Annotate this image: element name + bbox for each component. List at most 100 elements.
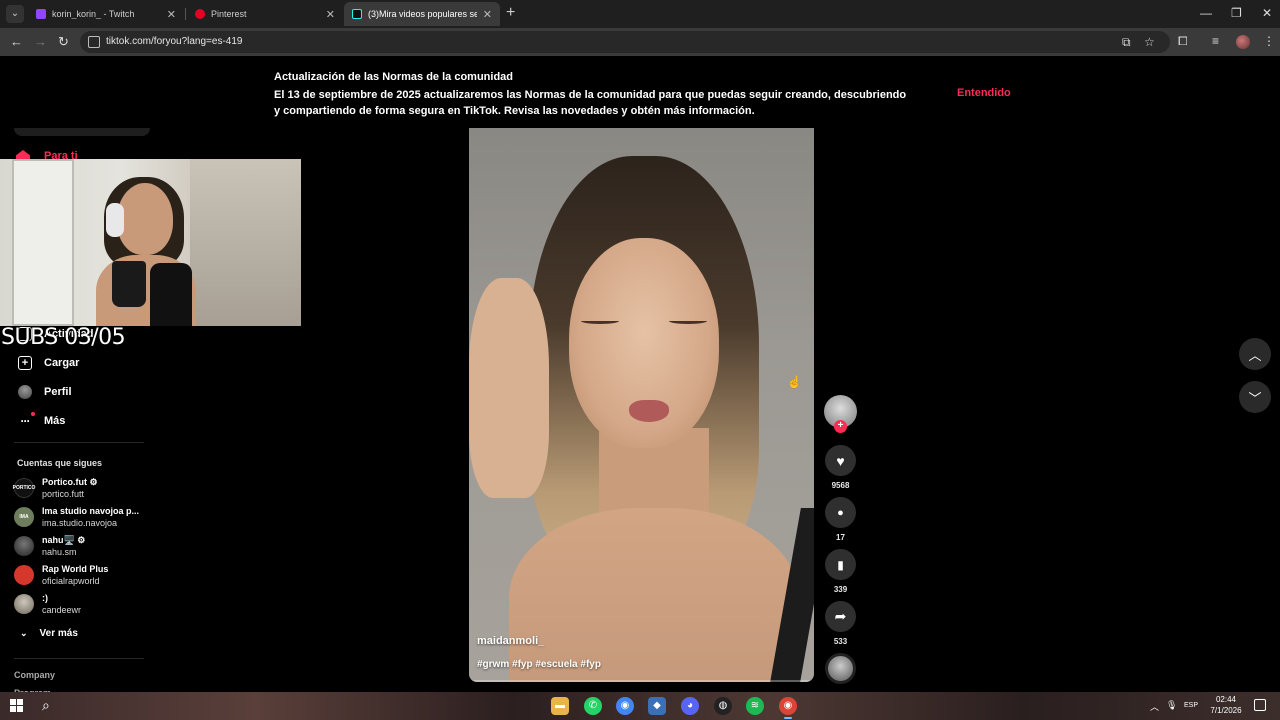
following-item[interactable]: nahu🖥️ ⚙ nahu.sm: [14, 534, 164, 558]
close-window-icon[interactable]: ✕: [1262, 6, 1272, 20]
tab-search-button[interactable]: ⌄: [6, 5, 24, 23]
chrome-active-icon[interactable]: ◉: [779, 697, 797, 719]
upload-plus-icon: +: [18, 356, 32, 370]
share-button[interactable]: ➦: [825, 601, 856, 632]
notification-center-icon[interactable]: [1254, 699, 1266, 711]
tiktok-favicon-icon: [352, 9, 362, 19]
sidebar-item-label: Perfil: [44, 386, 72, 398]
comment-count: 17: [836, 533, 845, 542]
discord-icon[interactable]: ◕: [681, 697, 699, 715]
music-disc-icon[interactable]: [825, 653, 856, 684]
extensions-icon[interactable]: ⧠: [1178, 34, 1188, 49]
tab-title: Pinterest: [211, 9, 247, 19]
microphone-icon[interactable]: 🎙: [1166, 700, 1177, 711]
close-tab-icon[interactable]: ✕: [326, 8, 335, 21]
sidebar-divider: [14, 658, 144, 659]
tab-pinterest[interactable]: Pinterest ✕: [187, 2, 343, 26]
maximize-icon[interactable]: ❐: [1231, 6, 1242, 20]
video-hashtags[interactable]: #grwm #fyp #escuela #fyp: [477, 659, 601, 670]
reload-icon[interactable]: ↻: [58, 34, 69, 50]
webcam-background-shelf: [190, 159, 301, 326]
following-item[interactable]: IMA Ima studio navojoa p... ima.studio.n…: [14, 505, 164, 529]
search-input[interactable]: [14, 128, 150, 136]
follow-plus-icon[interactable]: +: [834, 420, 847, 433]
steam-icon[interactable]: ◍: [714, 697, 732, 715]
webcam-person-face: [117, 183, 173, 255]
chrome-icon[interactable]: ◉: [616, 697, 634, 715]
spotify-icon[interactable]: ≋: [746, 697, 764, 715]
sidebar-item-profile[interactable]: Perfil: [18, 385, 72, 399]
share-arrow-icon: ➦: [834, 608, 847, 624]
save-button[interactable]: ▮: [825, 549, 856, 580]
close-tab-icon[interactable]: ✕: [483, 8, 492, 21]
account-name: nahu🖥️ ⚙: [42, 535, 86, 545]
video-player[interactable]: maidanmoli_ #grwm #fyp #escuela #fyp: [469, 128, 814, 682]
video-author[interactable]: maidanmoli_: [477, 635, 544, 647]
system-clock[interactable]: 02:44 7/1/2026: [1206, 694, 1246, 716]
subs-counter-overlay: SUBS 03/05: [1, 325, 126, 350]
following-item[interactable]: PORTICO Portico.fut ⚙ portico.futt: [13, 476, 164, 500]
tab-title: (3)Mira videos populares selec: [368, 9, 477, 19]
previous-video-button[interactable]: ︿: [1239, 338, 1271, 370]
see-more-button[interactable]: ⌄ Ver más: [20, 628, 78, 639]
twitch-favicon-icon: [36, 9, 46, 19]
video-progress-bar[interactable]: [469, 680, 814, 682]
sidebar-item-more[interactable]: ··· Más: [18, 412, 66, 428]
pinterest-favicon-icon: [195, 9, 205, 19]
video-eye-left: [581, 318, 619, 324]
see-more-label: Ver más: [39, 628, 78, 639]
browser-toolbar: ← → ↻ tiktok.com/foryou?lang=es-419 ⧉ ☆ …: [0, 28, 1280, 56]
video-chest: [509, 508, 799, 682]
webcam-cup: [112, 261, 146, 307]
address-bar[interactable]: tiktok.com/foryou?lang=es-419 ⧉ ☆: [80, 31, 1170, 53]
following-item[interactable]: :) candeewr: [14, 592, 164, 616]
webcam-background-door: [12, 159, 74, 326]
windows-start-icon[interactable]: [10, 699, 23, 712]
notification-dot: [31, 412, 35, 416]
sidebar-divider: [14, 442, 144, 443]
bookmark-icon: ▮: [837, 557, 844, 572]
bookmark-star-icon[interactable]: ☆: [1144, 35, 1155, 49]
company-link[interactable]: Company: [14, 670, 55, 680]
new-tab-icon[interactable]: +: [506, 4, 515, 22]
tray-chevron-icon[interactable]: ︿: [1150, 700, 1159, 713]
account-handle: portico.futt: [42, 489, 85, 499]
close-tab-icon[interactable]: ✕: [167, 8, 176, 21]
hand-cursor-icon: ☝: [787, 375, 802, 389]
windows-taskbar: ⌕ ▬ ✆ ◉ ◆ ◕ ◍ ≋ ◉ ︿ 🎙 ESP 02:44 7/1/2026: [0, 692, 1280, 720]
understood-button[interactable]: Entendido: [957, 87, 1011, 99]
reading-list-icon[interactable]: ≡: [1212, 34, 1219, 48]
tab-separator: [185, 8, 186, 20]
search-icon[interactable]: ⌕: [42, 697, 50, 714]
cast-icon[interactable]: ⧉: [1122, 35, 1131, 50]
sidebar-item-upload[interactable]: + Cargar: [18, 356, 79, 370]
back-icon[interactable]: ←: [10, 34, 23, 49]
tab-twitch[interactable]: korin_korin_ - Twitch ✕: [28, 2, 184, 26]
more-dots-icon: ···: [18, 412, 35, 428]
site-info-icon[interactable]: [88, 36, 100, 48]
video-hand: [469, 278, 549, 498]
banner-title: Actualización de las Normas de la comuni…: [274, 71, 514, 83]
like-button[interactable]: ♥: [825, 445, 856, 476]
webcam-headset: [106, 203, 124, 237]
forward-icon[interactable]: →: [34, 34, 47, 49]
share-count: 533: [833, 637, 848, 646]
comment-button[interactable]: ●: [825, 497, 856, 528]
profile-avatar-icon[interactable]: [1236, 35, 1250, 49]
language-indicator[interactable]: ESP: [1184, 702, 1198, 709]
app-icon[interactable]: ◆: [648, 697, 666, 715]
next-video-button[interactable]: ﹀: [1239, 381, 1271, 413]
whatsapp-icon[interactable]: ✆: [584, 697, 602, 715]
profile-avatar-icon: [18, 385, 32, 399]
chevron-down-icon: ﹀: [1248, 390, 1262, 406]
minimize-icon[interactable]: —: [1200, 6, 1212, 20]
account-avatar: IMA: [14, 507, 34, 527]
tab-tiktok[interactable]: (3)Mira videos populares selec ✕: [344, 2, 500, 26]
sidebar-item-label: Más: [44, 415, 66, 427]
file-explorer-icon[interactable]: ▬: [551, 697, 569, 715]
heart-icon: ♥: [836, 452, 845, 469]
menu-kebab-icon[interactable]: ⋮: [1263, 34, 1275, 48]
account-handle: oficialrapworld: [42, 576, 100, 586]
url-text: tiktok.com/foryou?lang=es-419: [106, 36, 243, 47]
following-item[interactable]: Rap World Plus oficialrapworld: [14, 563, 164, 587]
